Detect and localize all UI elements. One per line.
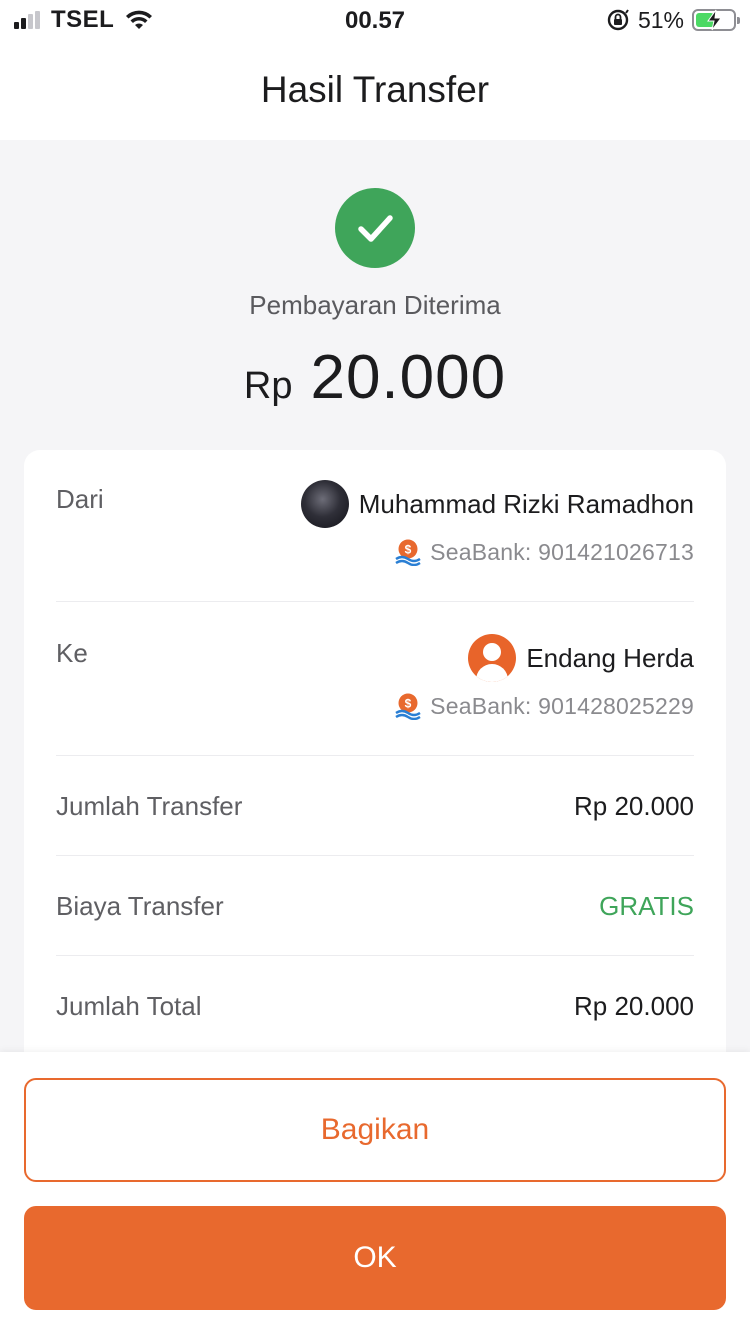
- status-bar: TSEL 00.57 51%: [0, 0, 750, 40]
- recipient-name: Endang Herda: [526, 642, 694, 673]
- action-panel: Bagikan OK: [0, 1052, 750, 1334]
- sender-bank-account: SeaBank: 901421026713: [430, 538, 694, 565]
- ok-button[interactable]: OK: [24, 1206, 726, 1310]
- status-right: 51%: [606, 6, 740, 34]
- sender-bank: $ SeaBank: 901421026713: [394, 538, 694, 566]
- divider: [56, 755, 694, 756]
- orientation-lock-icon: [607, 9, 629, 31]
- success-badge: [335, 188, 415, 268]
- amount-value: 20.000: [310, 343, 507, 412]
- share-button[interactable]: Bagikan: [24, 1078, 726, 1182]
- nav-bar: Hasil Transfer: [0, 40, 750, 140]
- total-amount-value: Rp 20.000: [574, 991, 694, 1021]
- total-amount-label: Jumlah Total: [56, 991, 202, 1021]
- seabank-logo-icon: $: [395, 693, 421, 720]
- seabank-logo-icon: $: [395, 539, 421, 566]
- svg-text:$: $: [405, 543, 412, 557]
- transfer-fee-value: GRATIS: [599, 891, 694, 921]
- recipient-bank: $ SeaBank: 901428025229: [394, 692, 694, 720]
- payment-status: Pembayaran Diterima: [249, 290, 501, 320]
- page-title: Hasil Transfer: [260, 69, 490, 110]
- transfer-amount-value: Rp 20.000: [574, 791, 694, 821]
- recipient-bank-account: SeaBank: 901428025229: [430, 692, 694, 719]
- transfer-detail-card: Dari Muhammad Rizki Ramadhon $ SeaBank: …: [24, 450, 726, 1090]
- battery-charging-icon: [692, 9, 740, 31]
- sender-name: Muhammad Rizki Ramadhon: [358, 488, 694, 519]
- transfer-fee-label: Biaya Transfer: [56, 891, 224, 921]
- recipient: Endang Herda: [468, 634, 694, 682]
- check-icon: [358, 215, 393, 242]
- from-label: Dari: [56, 484, 104, 514]
- recipient-avatar-icon: [468, 634, 517, 682]
- amount-currency: Rp: [243, 365, 293, 407]
- divider: [56, 855, 694, 856]
- divider: [56, 955, 694, 956]
- amount-display: Rp 20.000: [0, 342, 750, 413]
- transfer-amount-label: Jumlah Transfer: [56, 791, 243, 821]
- divider: [56, 601, 694, 602]
- battery-percent: 51%: [637, 6, 684, 33]
- to-label: Ke: [56, 638, 88, 668]
- svg-text:$: $: [405, 697, 412, 711]
- sender: Muhammad Rizki Ramadhon: [300, 480, 694, 528]
- charging-bolt-icon: [707, 9, 722, 31]
- sender-avatar: [300, 480, 349, 528]
